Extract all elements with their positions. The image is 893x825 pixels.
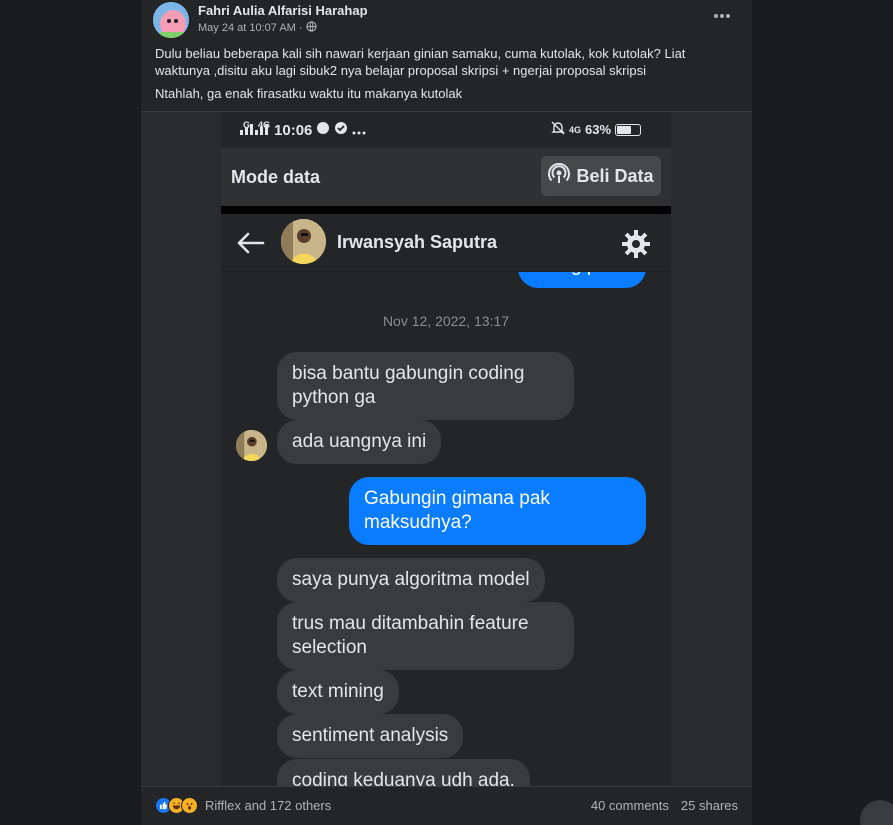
contact-name[interactable]: Irwansyah Saputra xyxy=(337,232,497,253)
post-stats: 40 comments 25 shares xyxy=(591,798,738,813)
beli-data-label: Beli Data xyxy=(576,165,654,186)
mode-data-title: Mode data xyxy=(231,167,321,187)
battery-percent: 63% xyxy=(585,122,612,137)
phone-status-bar: G 4G 10:06 4G 63% xyxy=(221,112,671,148)
status-time: 10:06 xyxy=(274,121,313,139)
caption-paragraph-1: Dulu beliau beberapa kali sih nawari ker… xyxy=(155,46,686,78)
incoming-message[interactable]: bisa bantu gabungin coding python ga xyxy=(277,352,574,420)
incoming-message[interactable]: sentiment analysis xyxy=(277,714,464,758)
reactions-summary[interactable]: Rifflex and 172 others xyxy=(205,798,331,813)
sender-avatar[interactable] xyxy=(236,430,267,461)
network-label: 4G xyxy=(258,120,271,130)
message-timestamp: Nov 12, 2022, 13:17 xyxy=(382,313,510,329)
author-avatar[interactable] xyxy=(153,2,189,38)
post-footer: Rifflex and 172 others 40 comments 25 sh… xyxy=(141,786,752,825)
comments-count[interactable]: 40 comments xyxy=(591,798,669,813)
right-network-label: 4G xyxy=(569,124,582,135)
post-meta: May 24 at 10:07 AM · xyxy=(198,21,317,35)
mode-data-bar: Mode data Beli Data xyxy=(221,148,671,206)
post-caption: Dulu beliau beberapa kali sih nawari ker… xyxy=(155,45,740,108)
outgoing-message[interactable]: Gabungin gimana pak maksudnya? xyxy=(349,477,646,545)
incoming-message[interactable]: ada uangnya ini xyxy=(277,420,442,464)
divider xyxy=(221,206,671,214)
incoming-message[interactable]: text mining xyxy=(277,670,399,714)
battery-icon xyxy=(615,123,642,136)
broadcast-icon xyxy=(548,162,571,190)
more-notifications-icon xyxy=(352,122,366,139)
signal-label: G xyxy=(243,120,251,130)
post-date[interactable]: May 24 at 10:07 AM xyxy=(198,22,296,34)
back-arrow-icon[interactable] xyxy=(236,230,266,256)
caption-paragraph-2: Ntahlah, ga enak firasatku waktu itu mak… xyxy=(155,86,463,101)
beli-data-button[interactable]: Beli Data xyxy=(541,156,661,196)
phone-screenshot: G 4G 10:06 4G 63% Mode data Beli Data Ir… xyxy=(221,112,671,786)
shares-count[interactable]: 25 shares xyxy=(681,798,738,813)
wow-icon xyxy=(181,797,198,814)
chat-header: Irwansyah Saputra xyxy=(221,214,671,272)
facebook-post: Fahri Aulia Alfarisi Harahap May 24 at 1… xyxy=(141,0,752,825)
incoming-message[interactable]: coding keduanya udh ada. xyxy=(277,759,530,786)
post-image[interactable]: G 4G 10:06 4G 63% Mode data Beli Data Ir… xyxy=(141,111,752,786)
reaction-icons[interactable] xyxy=(155,797,198,814)
message-list: Siang pack Nov 12, 2022, 13:17 bisa bant… xyxy=(221,244,671,786)
status-right: 4G 63% xyxy=(551,121,642,138)
incoming-message[interactable]: saya punya algoritma model xyxy=(277,558,545,602)
author-name[interactable]: Fahri Aulia Alfarisi Harahap xyxy=(198,3,368,18)
meta-separator: · xyxy=(298,22,303,34)
check-icon xyxy=(334,121,348,139)
incoming-message[interactable]: trus mau ditambahin feature selection xyxy=(277,602,574,670)
mute-icon xyxy=(551,121,565,138)
globe-icon xyxy=(305,21,317,35)
more-dots-icon[interactable] xyxy=(712,6,732,26)
messenger-icon xyxy=(316,121,330,139)
gear-icon[interactable] xyxy=(621,229,651,259)
status-left: G 4G 10:06 xyxy=(239,120,366,140)
contact-avatar[interactable] xyxy=(281,219,326,264)
